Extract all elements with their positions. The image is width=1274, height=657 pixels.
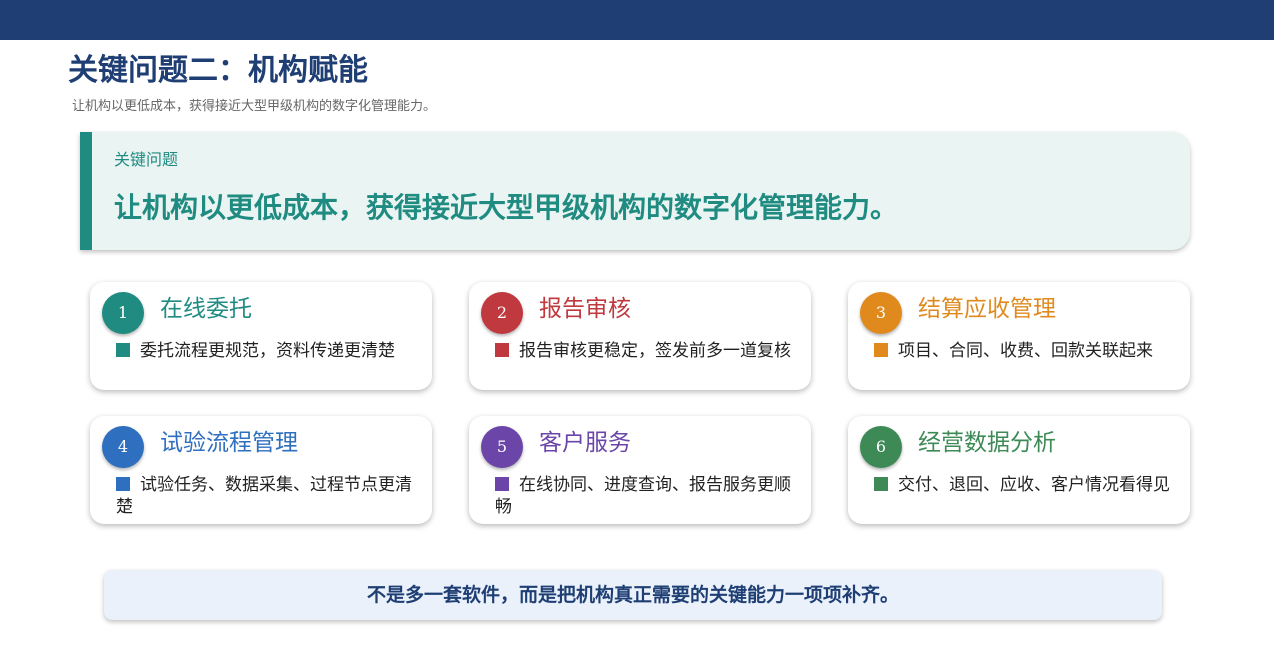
bullet-square-icon [116, 343, 130, 357]
card-description: 在线协同、进度查询、报告服务更顺畅 [495, 474, 795, 518]
card-description-text: 委托流程更规范，资料传递更清楚 [140, 341, 395, 361]
bullet-square-icon [495, 477, 509, 491]
top-banner [0, 0, 1274, 40]
page-title: 关键问题二：机构赋能 [68, 53, 368, 88]
bullet-square-icon [874, 477, 888, 491]
card-title: 报告审核 [539, 296, 631, 322]
bullet-square-icon [874, 343, 888, 357]
callout-text: 让机构以更低成本，获得接近大型甲级机构的数字化管理能力。 [114, 191, 899, 224]
card-description-text: 交付、退回、应收、客户情况看得见 [898, 475, 1170, 495]
card-number-badge: 5 [481, 426, 523, 468]
card-number-badge: 1 [102, 292, 144, 334]
feature-card-business-analytics: 6 经营数据分析 交付、退回、应收、客户情况看得见 [848, 416, 1190, 524]
card-description: 委托流程更规范，资料传递更清楚 [116, 340, 416, 362]
card-description: 试验任务、数据采集、过程节点更清楚 [116, 474, 416, 518]
key-question-callout: 关键问题 让机构以更低成本，获得接近大型甲级机构的数字化管理能力。 [80, 132, 1190, 250]
card-description-text: 报告审核更稳定，签发前多一道复核 [519, 341, 791, 361]
card-description: 报告审核更稳定，签发前多一道复核 [495, 340, 795, 362]
feature-card-test-process: 4 试验流程管理 试验任务、数据采集、过程节点更清楚 [90, 416, 432, 524]
card-description-text: 项目、合同、收费、回款关联起来 [898, 341, 1153, 361]
card-title: 客户服务 [539, 430, 631, 456]
summary-banner: 不是多一套软件，而是把机构真正需要的关键能力一项项补齐。 [104, 570, 1162, 620]
card-number-badge: 2 [481, 292, 523, 334]
card-description-text: 在线协同、进度查询、报告服务更顺畅 [495, 475, 791, 517]
feature-card-customer-service: 5 客户服务 在线协同、进度查询、报告服务更顺畅 [469, 416, 811, 524]
card-title: 结算应收管理 [918, 296, 1056, 322]
card-number-badge: 3 [860, 292, 902, 334]
callout-label: 关键问题 [114, 150, 179, 169]
feature-card-report-review: 2 报告审核 报告审核更稳定，签发前多一道复核 [469, 282, 811, 390]
card-description: 项目、合同、收费、回款关联起来 [874, 340, 1174, 362]
card-description: 交付、退回、应收、客户情况看得见 [874, 474, 1174, 496]
summary-text: 不是多一套软件，而是把机构真正需要的关键能力一项项补齐。 [366, 584, 899, 606]
card-number-badge: 4 [102, 426, 144, 468]
card-number-badge: 6 [860, 426, 902, 468]
card-title: 在线委托 [160, 296, 252, 322]
bullet-square-icon [116, 477, 130, 491]
card-description-text: 试验任务、数据采集、过程节点更清楚 [116, 475, 412, 517]
feature-card-online-commission: 1 在线委托 委托流程更规范，资料传递更清楚 [90, 282, 432, 390]
card-title: 试验流程管理 [160, 430, 298, 456]
bullet-square-icon [495, 343, 509, 357]
card-title: 经营数据分析 [918, 430, 1056, 456]
feature-card-settlement: 3 结算应收管理 项目、合同、收费、回款关联起来 [848, 282, 1190, 390]
page-subtitle: 让机构以更低成本，获得接近大型甲级机构的数字化管理能力。 [72, 99, 437, 114]
